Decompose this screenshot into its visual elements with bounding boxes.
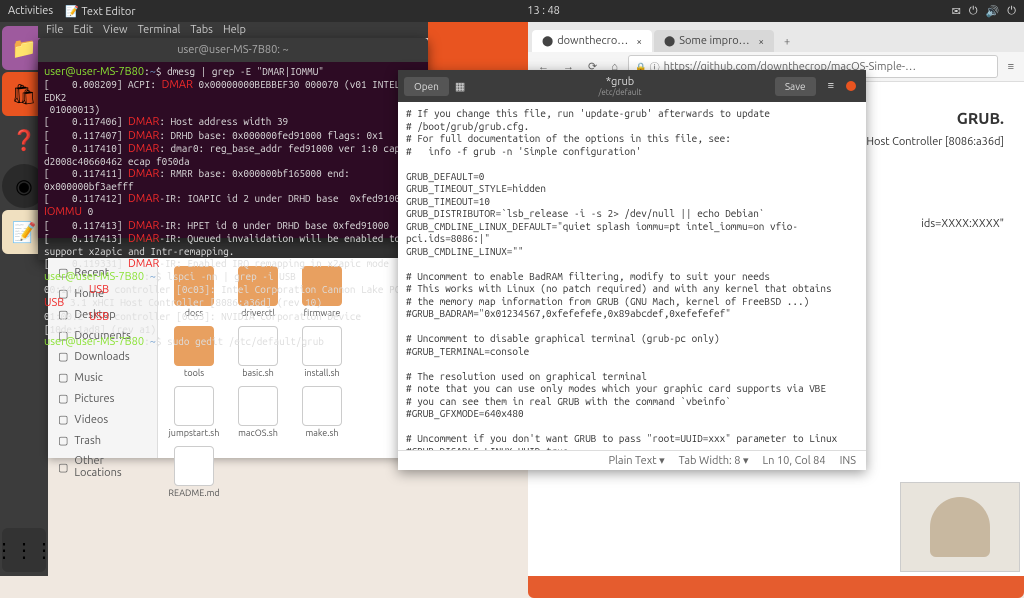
folder-icon: ▢ <box>58 413 68 426</box>
terminal-titlebar[interactable]: user@user-MS-7B80: ~ <box>38 38 428 62</box>
folder-icon: ▢ <box>58 392 68 405</box>
terminal-title: user@user-MS-7B80: ~ <box>177 44 289 56</box>
document-icon <box>174 446 214 486</box>
file-item[interactable]: macOS.sh <box>230 386 286 438</box>
launcher-apps-icon[interactable]: ⋮⋮⋮ <box>2 528 46 572</box>
new-tab-button[interactable]: + <box>776 32 798 52</box>
folder-icon: ▢ <box>58 371 68 384</box>
gedit-textarea[interactable]: # If you change this file, run 'update-g… <box>398 102 866 450</box>
document-icon <box>302 386 342 426</box>
hamburger-icon[interactable]: ≡ <box>822 80 840 92</box>
file-item[interactable]: README.md <box>166 446 222 498</box>
status-tabwidth[interactable]: Tab Width: 8 ▾ <box>679 454 749 467</box>
current-app-label[interactable]: 📝 Text Editor <box>65 5 135 18</box>
close-icon[interactable] <box>846 81 856 91</box>
folder-icon: ▢ <box>58 434 68 447</box>
document-icon <box>238 386 278 426</box>
file-label: basic.sh <box>242 368 274 378</box>
document-icon <box>174 386 214 426</box>
network-icon[interactable]: ⏻ <box>969 5 978 18</box>
folder-icon: ▢ <box>58 461 68 474</box>
activities-button[interactable]: Activities <box>8 5 53 18</box>
sidebar-item-trash[interactable]: ▢ Trash <box>48 430 157 451</box>
file-item[interactable]: jumpstart.sh <box>166 386 222 438</box>
menu-tabs[interactable]: Tabs <box>190 24 213 36</box>
status-mode[interactable]: INS <box>840 455 856 467</box>
sidebar-item-other-locations[interactable]: ▢ Other Locations <box>48 451 157 483</box>
save-button[interactable]: Save <box>775 77 816 96</box>
power-icon[interactable]: ⏻ <box>1007 5 1016 18</box>
gnome-topbar: Activities 📝 Text Editor 13 : 48 ✉ ⏻ 🔊 ⏻ <box>0 0 1024 22</box>
gedit-window: Open ▦ *grub/etc/default Save ≡ # If you… <box>398 70 866 470</box>
terminal-window: user@user-MS-7B80: ~ user@user-MS-7B80:~… <box>38 38 428 238</box>
menu-icon[interactable]: ≡ <box>1004 61 1018 73</box>
file-label: install.sh <box>304 368 339 378</box>
file-label: README.md <box>168 488 219 498</box>
firefox-tab-strip: ⬤ downthecrop/macOS-… × ⬤ Some improveme… <box>528 22 1024 52</box>
menu-edit[interactable]: Edit <box>73 24 93 36</box>
sidebar-item-videos[interactable]: ▢ Videos <box>48 409 157 430</box>
menu-file[interactable]: File <box>46 24 63 36</box>
sidebar-item-music[interactable]: ▢ Music <box>48 367 157 388</box>
menu-view[interactable]: View <box>103 24 128 36</box>
notification-icon[interactable]: ✉ <box>952 5 961 18</box>
new-doc-icon[interactable]: ▦ <box>455 80 465 93</box>
sidebar-item-pictures[interactable]: ▢ Pictures <box>48 388 157 409</box>
tab-improvements[interactable]: ⬤ Some improvements · G… × <box>654 30 774 52</box>
open-button[interactable]: Open <box>404 77 449 96</box>
file-label: tools <box>184 368 204 378</box>
clock[interactable]: 13 : 48 <box>527 5 560 17</box>
status-lang[interactable]: Plain Text ▾ <box>608 454 664 467</box>
file-label: macOS.sh <box>238 428 278 438</box>
terminal-menubar: File Edit View Terminal Tabs Help <box>38 22 428 38</box>
webcam-person <box>930 497 990 557</box>
file-item[interactable]: make.sh <box>294 386 350 438</box>
file-label: make.sh <box>305 428 338 438</box>
volume-icon[interactable]: 🔊 <box>986 5 1000 18</box>
unknown-window-decoration <box>428 22 528 70</box>
menu-help[interactable]: Help <box>223 24 246 36</box>
file-label: jumpstart.sh <box>169 428 220 438</box>
gedit-headerbar[interactable]: Open ▦ *grub/etc/default Save ≡ <box>398 70 866 102</box>
terminal-body[interactable]: user@user-MS-7B80:~$ dmesg | grep -E "DM… <box>38 62 428 353</box>
menu-terminal[interactable]: Terminal <box>138 24 181 36</box>
gedit-statusbar: Plain Text ▾ Tab Width: 8 ▾ Ln 10, Col 8… <box>398 450 866 470</box>
gedit-title: *grub/etc/default <box>471 76 769 97</box>
tab-github[interactable]: ⬤ downthecrop/macOS-… × <box>532 30 652 52</box>
webcam-overlay <box>900 482 1020 572</box>
status-position: Ln 10, Col 84 <box>763 455 826 467</box>
